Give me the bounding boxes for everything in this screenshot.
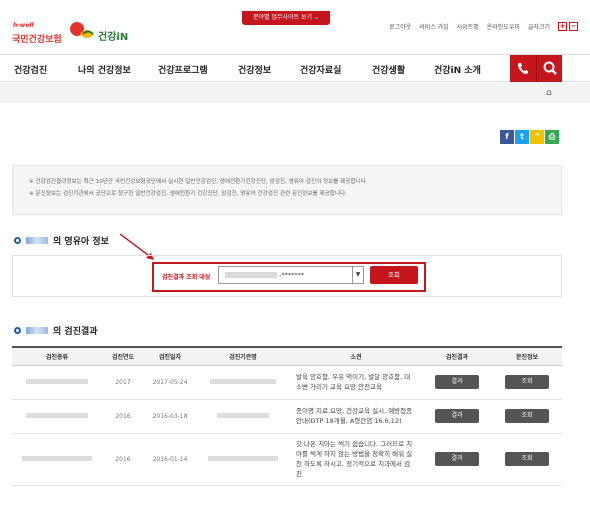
masked-value	[225, 272, 277, 278]
year-cell: 2016	[102, 433, 144, 486]
date-cell: 2016-01-14	[144, 433, 196, 486]
phone-icon	[517, 63, 528, 74]
col-header: 검진종류	[12, 346, 102, 366]
section-title-text: 의 검진결과	[53, 327, 98, 337]
masked-name	[26, 327, 48, 334]
result-cell: 결과	[422, 433, 492, 486]
search-button[interactable]	[536, 55, 562, 82]
date-cell: 2016-03-18	[144, 399, 196, 434]
survey-cell: 조회	[492, 399, 562, 434]
print-icon[interactable]: ⎙	[545, 130, 559, 144]
font-size-label: 글자크기	[527, 24, 550, 31]
year-cell: 2017	[102, 365, 144, 400]
survey-cell: 조회	[492, 433, 562, 486]
lookup-target-select[interactable]: -******* ▼	[218, 266, 364, 284]
result-button[interactable]: 결과	[435, 409, 479, 423]
survey-button[interactable]: 조회	[505, 409, 549, 423]
nhis-logo[interactable]: h-well 국민건강보험	[12, 22, 84, 48]
online-helper-link[interactable]: 온라인도우미	[487, 22, 520, 31]
service-join-link[interactable]: 서비스 가입	[419, 22, 449, 31]
kakao-icon[interactable]: ❞	[530, 130, 544, 144]
nav-item-health-info[interactable]: 건강정보	[238, 63, 271, 76]
notice-box: ※ 건강검진결과정보는 최근 10년간 국민건강보험공단에서 실시한 일반건강검…	[12, 165, 562, 215]
col-header: 검진결과	[422, 346, 492, 366]
results-table: 검진종류 검진연도 검진일자 검진기관명 소견 검진결과 문진정보 2017 2…	[12, 346, 562, 486]
masked-cell	[196, 365, 290, 400]
bullet-icon	[14, 237, 21, 244]
section-title-results: 의 검진결과	[14, 324, 98, 337]
search-icon	[543, 61, 557, 75]
result-cell: 결과	[422, 399, 492, 434]
col-header: 검진연도	[102, 346, 144, 366]
nav-item-program[interactable]: 건강프로그램	[158, 63, 208, 76]
logo-name: 국민건강보험	[12, 35, 62, 45]
table-row: 2016 2016-03-18 종이명 지료 요망, 건강교육 실시, 예방접종…	[12, 399, 562, 434]
nav-item-library[interactable]: 건강자료실	[300, 63, 341, 76]
col-header: 검진기관명	[196, 346, 290, 366]
table-row: 2017 2017-05-24 발육 양호함, 우유 먹이기, 발달 양호함, …	[12, 365, 562, 400]
health-in-logo[interactable]: 건강iN	[78, 26, 138, 44]
facebook-icon[interactable]: f	[500, 130, 514, 144]
masked-cell	[196, 399, 290, 434]
lookup-label: 검진결과 조회 대상	[162, 274, 211, 281]
table-row: 2016 2016-01-14 갓 나온 치아는 썩기 쉽습니다. 그러므로 치…	[12, 433, 562, 486]
finding-cell: 발육 양호함, 우유 먹이기, 발달 양호함, 대소변 가리기 교육 요망 안전…	[290, 365, 422, 400]
business-sites-button[interactable]: 분야별 업무사이트 보기 ⌄	[242, 11, 330, 25]
nav-item-about[interactable]: 건강iN 소개	[434, 63, 481, 76]
notice-line: ※ 건강검진결과정보는 최근 10년간 국민건강보험공단에서 실시한 일반건강검…	[29, 179, 368, 185]
survey-button[interactable]: 조회	[505, 375, 549, 389]
phone-button[interactable]	[510, 55, 536, 82]
twitter-icon[interactable]: t	[515, 130, 529, 144]
year-cell: 2016	[102, 399, 144, 434]
masked-cell	[12, 399, 102, 434]
bullet-icon	[14, 327, 21, 334]
logout-link[interactable]: 로그아웃	[389, 22, 411, 31]
masked-cell	[12, 365, 102, 400]
leaf-logo-icon	[80, 30, 94, 38]
utility-menu: 로그아웃 서비스 가입 사이트맵 온라인도우미 글자크기 + −	[389, 22, 578, 31]
chevron-down-icon[interactable]: ▼	[352, 267, 363, 283]
nav-item-my-health[interactable]: 나의 건강정보	[78, 63, 131, 76]
sitemap-link[interactable]: 사이트맵	[457, 22, 479, 31]
table-header-row: 검진종류 검진연도 검진일자 검진기관명 소견 검진결과 문진정보	[12, 346, 562, 366]
col-header: 소견	[290, 346, 422, 366]
home-icon[interactable]: ⌂	[546, 88, 552, 98]
font-size-controls: + −	[558, 22, 578, 31]
logo-name: 건강iN	[98, 32, 129, 43]
masked-name	[26, 237, 48, 244]
main-nav: 건강검진 나의 건강정보 건강프로그램 건강정보 건강자료실 건강생활 건강iN…	[0, 54, 590, 82]
finding-cell: 종이명 지료 요망, 건강교육 실시, 예방접종안내(DTP 18개월, A형간…	[290, 399, 422, 434]
nav-item-life[interactable]: 건강생활	[372, 63, 405, 76]
logo-tagline: h-well	[13, 22, 34, 29]
masked-cell	[12, 433, 102, 486]
result-cell: 결과	[422, 365, 492, 400]
notice-line: ※ 문진정보는 검진기관에서 공단으로 청구한 일반건강검진, 생애전환기 건강…	[29, 191, 347, 197]
select-value: -*******	[279, 271, 305, 279]
section-title-text: 의 영유아 정보	[53, 237, 109, 247]
col-header: 문진정보	[492, 346, 562, 366]
finding-cell: 갓 나온 치아는 썩기 쉽습니다. 그러므로 치아를 썩게 하지 않는 방법을 …	[290, 433, 422, 486]
nav-item-checkup[interactable]: 건강검진	[14, 63, 47, 76]
section-title-infant: 의 영유아 정보	[14, 234, 109, 247]
lookup-button[interactable]: 조회	[370, 266, 418, 284]
result-button[interactable]: 결과	[435, 452, 479, 466]
font-increase-button[interactable]: +	[558, 22, 567, 31]
col-header: 검진일자	[144, 346, 196, 366]
survey-cell: 조회	[492, 365, 562, 400]
result-button[interactable]: 결과	[435, 375, 479, 389]
font-decrease-button[interactable]: −	[569, 22, 578, 31]
survey-button[interactable]: 조회	[505, 452, 549, 466]
date-cell: 2017-05-24	[144, 365, 196, 400]
breadcrumb: ⌂	[0, 83, 590, 103]
masked-cell	[196, 433, 290, 486]
